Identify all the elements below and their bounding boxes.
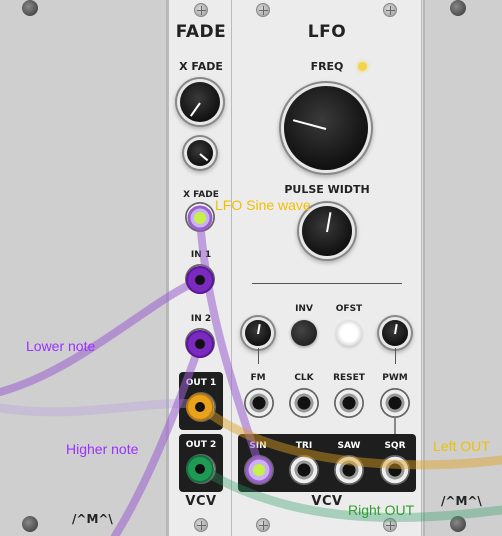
hex-screw-icon xyxy=(22,516,38,532)
clk-input-jack[interactable] xyxy=(289,388,319,418)
fm-input-jack[interactable] xyxy=(244,388,274,418)
annotation-higher-note: Higher note xyxy=(66,441,139,457)
pulse-width-label: PULSE WIDTH xyxy=(284,183,370,196)
fm-attenuator-knob[interactable] xyxy=(245,320,271,346)
right-blank-panel: /^M^\ xyxy=(423,0,502,536)
output-label-sqr: SQR xyxy=(384,441,406,451)
tri-output-jack[interactable] xyxy=(289,455,319,485)
in1-label: IN 1 xyxy=(190,250,212,260)
fade-title: FADE xyxy=(175,22,227,42)
xfade-attenuator-knob[interactable] xyxy=(187,140,213,166)
xfade-cv-input-jack[interactable] xyxy=(185,202,215,232)
output-label-saw: SAW xyxy=(337,441,361,451)
xfade-label: X FADE xyxy=(179,60,223,73)
saw-output-jack[interactable] xyxy=(334,455,364,485)
in2-label: IN 2 xyxy=(190,314,212,324)
screw-icon xyxy=(256,3,270,17)
reset-input-jack[interactable] xyxy=(334,388,364,418)
panel-logo: /^M^\ xyxy=(441,494,482,508)
sin-output-jack[interactable] xyxy=(244,455,274,485)
annotation-left-out: Left OUT xyxy=(433,438,490,454)
out2-output-jack[interactable] xyxy=(186,454,216,484)
panel-logo: /^M^\ xyxy=(72,512,113,526)
freq-led-icon xyxy=(358,62,367,71)
ofst-button[interactable] xyxy=(336,320,362,346)
annotation-right-out: Right OUT xyxy=(348,502,415,518)
inv-button[interactable] xyxy=(291,320,317,346)
pwm-input-jack[interactable] xyxy=(380,388,410,418)
out2-label: OUT 2 xyxy=(185,440,217,450)
fade-module: FADE X FADE X FADE IN 1 IN 2 OUT 1 OUT 2… xyxy=(168,0,232,536)
fm-link-line xyxy=(258,348,259,364)
ofst-label: OFST xyxy=(335,304,363,314)
hex-screw-icon xyxy=(450,516,466,532)
fade-brand: VCV xyxy=(185,494,217,509)
freq-label: FREQ xyxy=(310,60,344,73)
sqr-output-jack[interactable] xyxy=(380,455,410,485)
lfo-module: LFO FREQ PULSE WIDTH INV OFST FM CLK RES… xyxy=(232,0,422,536)
input-label-pwm: PWM xyxy=(382,373,408,383)
screw-icon xyxy=(383,3,397,17)
annotation-lfo-sine: LFO Sine wave xyxy=(215,197,311,213)
annotation-lower-note: Lower note xyxy=(26,338,96,354)
pwm-link-line xyxy=(395,348,396,364)
input-label-clk: CLK xyxy=(294,373,314,383)
screw-icon xyxy=(256,518,270,532)
freq-knob[interactable] xyxy=(284,86,368,170)
in1-input-jack[interactable] xyxy=(185,264,215,294)
lfo-title: LFO xyxy=(307,22,347,42)
xfade-knob[interactable] xyxy=(180,82,220,122)
pulse-width-knob[interactable] xyxy=(302,206,352,256)
output-label-sin: SIN xyxy=(249,441,267,451)
hex-screw-icon xyxy=(450,0,466,16)
hex-screw-icon xyxy=(22,0,38,16)
screw-icon xyxy=(194,518,208,532)
screw-icon xyxy=(383,518,397,532)
screw-icon xyxy=(194,3,208,17)
output-label-tri: TRI xyxy=(295,441,313,451)
input-label-fm: FM xyxy=(250,373,266,383)
pwm-attenuator-knob[interactable] xyxy=(382,320,408,346)
inv-label: INV xyxy=(295,304,313,314)
input-label-reset: RESET xyxy=(333,373,365,383)
out1-label: OUT 1 xyxy=(185,378,217,388)
divider xyxy=(252,283,402,284)
out1-output-jack[interactable] xyxy=(186,392,216,422)
in2-input-jack[interactable] xyxy=(185,328,215,358)
